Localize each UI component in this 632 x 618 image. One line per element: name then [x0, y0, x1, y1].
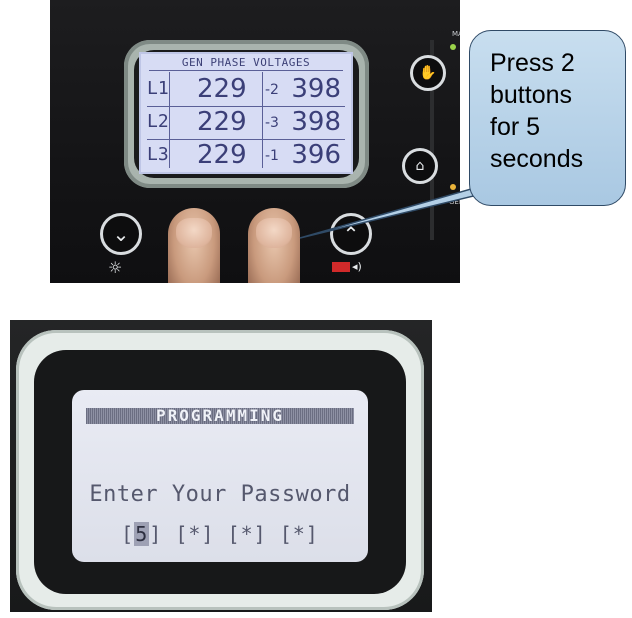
password-slot[interactable]: [*]	[267, 522, 319, 546]
programming-screen-photo: PROGRAMMING Enter Your Password [5] [*] …	[10, 320, 432, 612]
slot-bracket: ]	[149, 522, 163, 546]
lcd-outer-bezel: PROGRAMMING Enter Your Password [5] [*] …	[16, 330, 424, 610]
callout-line: Press 2	[490, 49, 575, 77]
programming-lcd-screen: PROGRAMMING Enter Your Password [5] [*] …	[72, 390, 368, 562]
slot-bracket: [	[121, 522, 135, 546]
instruction-callout: Press 2 buttons for 5 seconds	[469, 30, 626, 206]
password-digit-cursor[interactable]: 5	[134, 522, 150, 546]
callout-line: for 5	[490, 113, 541, 141]
programming-title: PROGRAMMING	[156, 406, 284, 425]
password-slot[interactable]: [*]	[162, 522, 214, 546]
callout-line: buttons	[490, 81, 573, 109]
password-entry[interactable]: [5] [*] [*] [*]	[72, 522, 368, 546]
password-prompt: Enter Your Password	[89, 482, 351, 507]
password-slot[interactable]: [*]	[214, 522, 266, 546]
callout-line: seconds	[490, 145, 584, 173]
programming-title-bar: PROGRAMMING	[86, 406, 354, 425]
